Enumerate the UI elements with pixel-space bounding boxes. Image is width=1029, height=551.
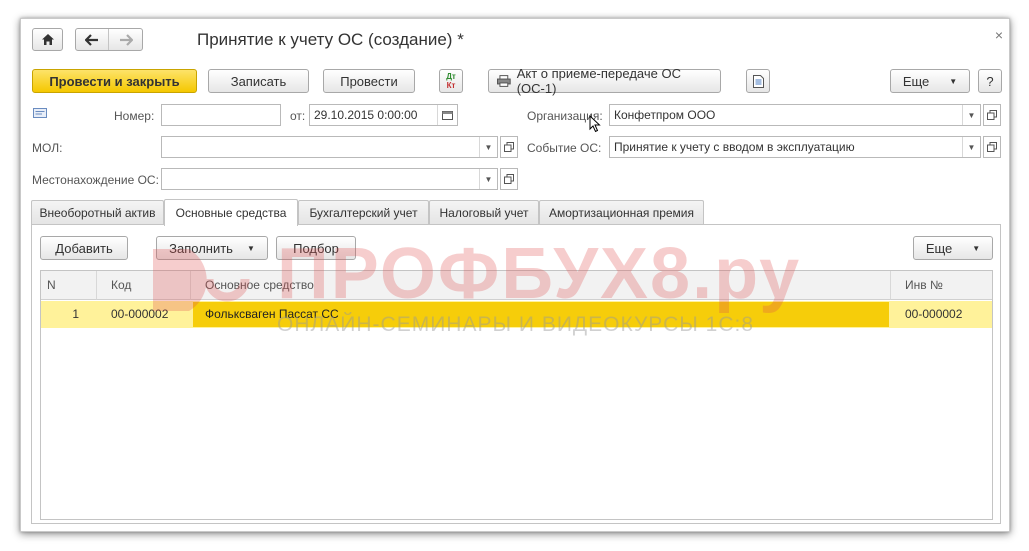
document-icon — [752, 74, 764, 88]
open-window-icon — [987, 142, 997, 152]
cell-asset: Фольксваген Пассат СС — [205, 307, 339, 321]
save-button[interactable]: Записать — [208, 69, 309, 93]
table-more-button[interactable]: Еще ▼ — [913, 236, 993, 260]
dt-label: Дт — [446, 72, 456, 81]
event-dropdown[interactable]: ▼ — [962, 137, 980, 157]
mol-dropdown[interactable]: ▼ — [479, 137, 497, 157]
table-row[interactable]: 1 00-000002 Фольксваген Пассат СС 00-000… — [41, 301, 992, 328]
open-window-icon — [504, 174, 514, 184]
organization-field[interactable]: Конфетпром ООО ▼ — [609, 104, 981, 126]
dt-kt-button[interactable]: Дт Кт — [439, 69, 463, 93]
mol-open-button[interactable] — [500, 136, 518, 158]
comment-icon[interactable] — [33, 108, 47, 120]
tab-fixed-assets[interactable]: Основные средства — [164, 199, 298, 226]
event-label: Событие ОС: — [527, 141, 602, 155]
fill-button[interactable]: Заполнить ▼ — [156, 236, 268, 260]
date-label: от: — [290, 109, 306, 123]
number-field[interactable] — [161, 104, 281, 126]
column-header-asset[interactable]: Основное средство — [191, 271, 891, 300]
organization-open-button[interactable] — [983, 104, 1001, 126]
home-icon — [41, 34, 54, 45]
column-header-code[interactable]: Код — [97, 271, 191, 300]
printer-icon — [497, 75, 511, 87]
chevron-down-icon: ▼ — [972, 243, 981, 253]
tab-noncurrent-asset[interactable]: Внеоборотный актив — [31, 200, 164, 225]
close-icon[interactable]: × — [995, 27, 1003, 43]
cell-code: 00-000002 — [111, 307, 169, 321]
mouse-cursor-icon — [589, 115, 601, 133]
cell-n: 1 — [72, 307, 79, 321]
calendar-icon — [442, 111, 453, 120]
location-field[interactable]: ▼ — [161, 168, 498, 190]
chevron-down-icon: ▼ — [246, 243, 255, 253]
tab-depreciation-bonus[interactable]: Амортизационная премия — [539, 200, 704, 225]
mol-label: МОЛ: — [32, 141, 63, 155]
post-and-close-button[interactable]: Провести и закрыть — [32, 69, 197, 93]
mol-field[interactable]: ▼ — [161, 136, 498, 158]
back-button[interactable] — [76, 29, 110, 50]
home-button[interactable] — [32, 28, 63, 51]
report-button[interactable] — [746, 69, 770, 93]
number-label: Номер: — [114, 109, 155, 123]
event-field[interactable]: Принятие к учету с вводом в эксплуатацию… — [609, 136, 981, 158]
add-row-button[interactable]: Добавить — [40, 236, 128, 260]
nav-back-forward — [75, 28, 143, 51]
organization-dropdown[interactable]: ▼ — [962, 105, 980, 125]
date-field[interactable]: 29.10.2015 0:00:00 — [309, 104, 458, 126]
event-open-button[interactable] — [983, 136, 1001, 158]
post-button[interactable]: Провести — [323, 69, 415, 93]
kt-label: Кт — [446, 81, 456, 90]
cell-inv: 00-000002 — [905, 307, 963, 321]
forward-button[interactable] — [109, 29, 142, 50]
arrow-left-icon — [85, 33, 98, 46]
open-window-icon — [987, 110, 997, 120]
location-dropdown[interactable]: ▼ — [479, 169, 497, 189]
table-more-label: Еще — [925, 240, 953, 256]
arrow-right-icon — [119, 33, 133, 46]
event-value: Принятие к учету с вводом в эксплуатацию — [614, 140, 855, 154]
calendar-button[interactable] — [437, 105, 457, 125]
tab-tax-accounting[interactable]: Налоговый учет — [429, 200, 539, 225]
fill-label: Заполнить — [169, 240, 233, 256]
location-open-button[interactable] — [500, 168, 518, 190]
document-window: Принятие к учету ОС (создание) * × Прове… — [20, 18, 1010, 532]
chevron-down-icon: ▼ — [949, 76, 958, 86]
open-window-icon — [504, 142, 514, 152]
select-button[interactable]: Подбор — [276, 236, 356, 260]
window-title: Принятие к учету ОС (создание) * — [197, 30, 464, 49]
fixed-assets-table: N Код Основное средство Инв № 1 00-00000… — [40, 270, 993, 520]
date-value: 29.10.2015 0:00:00 — [314, 108, 418, 122]
column-header-inv[interactable]: Инв № — [891, 271, 992, 300]
location-label: Местонахождение ОС: — [32, 173, 159, 187]
organization-value: Конфетпром ООО — [614, 108, 716, 122]
more-menu-button[interactable]: Еще ▼ — [890, 69, 970, 93]
print-act-button[interactable]: Акт о приеме-передаче ОС (ОС-1) — [488, 66, 721, 96]
more-label: Еще — [902, 73, 930, 89]
tab-accounting[interactable]: Бухгалтерский учет — [298, 200, 429, 225]
column-header-n[interactable]: N — [41, 271, 97, 300]
help-button[interactable]: ? — [978, 69, 1002, 93]
print-act-label: Акт о приеме-передаче ОС (ОС-1) — [516, 66, 681, 96]
